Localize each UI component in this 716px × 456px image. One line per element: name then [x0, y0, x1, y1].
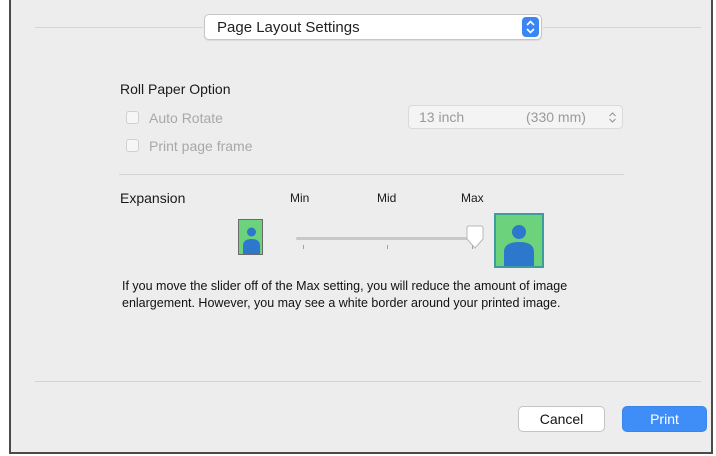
- roll-width-inch: 13 inch: [419, 109, 465, 125]
- slider-min-label: Min: [290, 191, 310, 205]
- slider-mid-label: Mid: [377, 191, 397, 205]
- auto-rotate-label: Auto Rotate: [149, 110, 223, 126]
- print-button[interactable]: Print: [622, 406, 707, 432]
- section-separator: [119, 174, 624, 175]
- roll-width-mm: (330 mm): [526, 109, 586, 125]
- print-dialog: Page Layout Settings Roll Paper Option A…: [9, 0, 713, 454]
- page-layout-popup[interactable]: Page Layout Settings: [204, 14, 542, 40]
- expansion-slider-track[interactable]: [296, 237, 481, 240]
- expansion-description: If you move the slider off of the Max se…: [122, 279, 568, 310]
- auto-rotate-checkbox[interactable]: [126, 111, 139, 124]
- slider-max-label: Max: [461, 191, 484, 205]
- person-small-icon: [238, 219, 263, 255]
- roll-width-select[interactable]: 13 inch (330 mm): [408, 105, 623, 129]
- top-separator-right: [543, 27, 701, 28]
- expansion-slider-knob[interactable]: [464, 225, 486, 256]
- page-layout-popup-label: Page Layout Settings: [217, 19, 360, 36]
- print-page-frame-checkbox[interactable]: [126, 139, 139, 152]
- up-down-chevron-icon[interactable]: [522, 17, 539, 37]
- slider-tick-min: [303, 245, 304, 249]
- person-large-icon: [494, 213, 544, 268]
- print-page-frame-label: Print page frame: [149, 138, 253, 154]
- slider-tick-mid: [387, 245, 388, 249]
- chevron-updown-icon: [608, 111, 617, 129]
- roll-paper-option-title: Roll Paper Option: [120, 81, 231, 97]
- cancel-button[interactable]: Cancel: [518, 406, 605, 432]
- expansion-title: Expansion: [120, 190, 186, 206]
- top-separator-left: [35, 27, 203, 28]
- footer-separator: [35, 381, 701, 382]
